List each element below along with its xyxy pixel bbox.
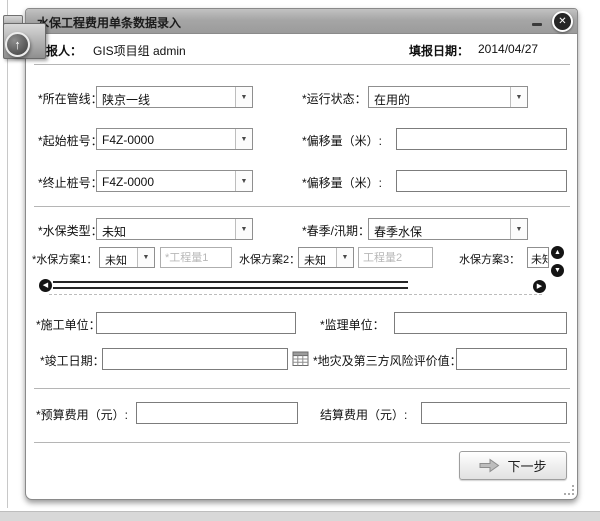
chevron-down-icon: ▼ xyxy=(235,171,252,191)
spinner-up-icon: ▲ xyxy=(554,249,561,256)
end-stake-value: F4Z-0000 xyxy=(102,175,233,189)
pipeline-select[interactable]: 陕京一线 ▼ xyxy=(96,86,253,108)
scrollbar-thumb[interactable] xyxy=(53,281,408,289)
divider xyxy=(34,388,570,389)
ws-type-value: 未知 xyxy=(102,223,233,240)
scroll-right-icon: ▶ xyxy=(537,283,542,290)
plan2-quantity-input[interactable] xyxy=(358,247,433,268)
offset-end-input[interactable] xyxy=(396,170,567,192)
plan2-select[interactable]: 未知 ▼ xyxy=(298,247,354,268)
upload-folder-icon: ↑ xyxy=(1,11,48,66)
end-stake-select[interactable]: F4Z-0000 ▼ xyxy=(96,170,253,192)
window-title: 水保工程费用单条数据录入 xyxy=(37,14,181,31)
risk-value-label: *地灾及第三方风险评价值： xyxy=(313,352,462,369)
season-select[interactable]: 春季水保 ▼ xyxy=(368,218,528,240)
chevron-down-icon: ▼ xyxy=(510,219,527,239)
divider xyxy=(34,442,570,443)
upload-arrow-icon: ↑ xyxy=(5,32,30,57)
settlement-cost-label: 结算费用（元）: xyxy=(320,406,407,423)
page-left-border-line xyxy=(7,0,8,508)
scroll-left-icon: ◀ xyxy=(43,282,48,289)
divider xyxy=(34,64,570,65)
end-stake-label: *终止桩号： xyxy=(38,174,103,191)
budget-cost-input[interactable] xyxy=(136,402,298,424)
plan1-value: 未知 xyxy=(105,252,135,268)
season-label: *春季/汛期： xyxy=(302,222,370,239)
scroll-right-button[interactable]: ▶ xyxy=(533,280,546,293)
supervisor-label: *监理单位： xyxy=(320,316,385,333)
chevron-down-icon: ▼ xyxy=(510,87,527,107)
start-stake-select[interactable]: F4Z-0000 ▼ xyxy=(96,128,253,150)
supervisor-input[interactable] xyxy=(394,312,567,334)
plan2-label: 水保方案2： xyxy=(239,251,300,267)
chevron-down-icon: ▼ xyxy=(336,248,353,267)
next-step-button[interactable]: 下一步 xyxy=(459,451,567,480)
next-arrow-icon xyxy=(479,458,500,473)
chevron-down-icon: ▼ xyxy=(235,129,252,149)
risk-value-input[interactable] xyxy=(456,348,567,370)
minimize-button[interactable] xyxy=(532,23,542,26)
plan1-select[interactable]: 未知 ▼ xyxy=(99,247,155,268)
chevron-down-icon: ▼ xyxy=(235,87,252,107)
offset-start-label: *偏移量（米）: xyxy=(302,132,382,149)
reporter-value: GIS项目组 admin xyxy=(93,42,186,59)
offset-start-input[interactable] xyxy=(396,128,567,150)
report-date-value: 2014/04/27 xyxy=(478,42,538,56)
spinner-up-button[interactable]: ▲ xyxy=(551,246,564,259)
settlement-cost-input[interactable] xyxy=(421,402,567,424)
season-value: 春季水保 xyxy=(374,223,508,240)
pipeline-value: 陕京一线 xyxy=(102,91,233,108)
start-stake-label: *起始桩号： xyxy=(38,132,103,149)
close-button[interactable]: ✕ xyxy=(552,11,573,32)
plan2-value: 未知 xyxy=(304,252,334,268)
chevron-down-icon: ▼ xyxy=(235,219,252,239)
ws-type-label: *水保类型： xyxy=(38,222,103,239)
run-status-value: 在用的 xyxy=(374,91,508,108)
report-date-label: 填报日期： xyxy=(409,42,469,59)
ws-type-select[interactable]: 未知 ▼ xyxy=(96,218,253,240)
budget-cost-label: *预算费用（元）: xyxy=(36,406,128,423)
offset-end-label: *偏移量（米）: xyxy=(302,174,382,191)
plan3-select[interactable]: 未知 xyxy=(527,247,549,268)
spinner-down-icon: ▼ xyxy=(554,267,561,274)
next-button-label: 下一步 xyxy=(507,456,546,475)
divider xyxy=(34,206,570,207)
plan1-label: *水保方案1： xyxy=(32,251,97,267)
completion-date-label: *竣工日期： xyxy=(40,352,105,369)
run-status-select[interactable]: 在用的 ▼ xyxy=(368,86,528,108)
builder-label: *施工单位： xyxy=(36,316,101,333)
completion-date-input[interactable] xyxy=(102,348,288,370)
plan1-quantity-input[interactable] xyxy=(160,247,232,268)
run-status-label: *运行状态： xyxy=(302,90,367,107)
calendar-icon[interactable] xyxy=(292,350,309,367)
dialog-window: 水保工程费用单条数据录入 ✕ 填报人： GIS项目组 admin 填报日期： 2… xyxy=(25,8,578,500)
plan3-value: 未知 xyxy=(531,254,549,266)
plan3-label: 水保方案3： xyxy=(459,251,520,267)
spinner-down-button[interactable]: ▼ xyxy=(551,264,564,277)
resize-grip[interactable] xyxy=(563,484,574,495)
scroll-left-button[interactable]: ◀ xyxy=(39,279,52,292)
builder-input[interactable] xyxy=(96,312,296,334)
pipeline-label: *所在管线： xyxy=(38,90,103,107)
chevron-down-icon: ▼ xyxy=(137,248,154,267)
start-stake-value: F4Z-0000 xyxy=(102,133,233,147)
scrollbar-track xyxy=(49,294,542,295)
title-bar[interactable]: 水保工程费用单条数据录入 ✕ xyxy=(26,9,577,34)
